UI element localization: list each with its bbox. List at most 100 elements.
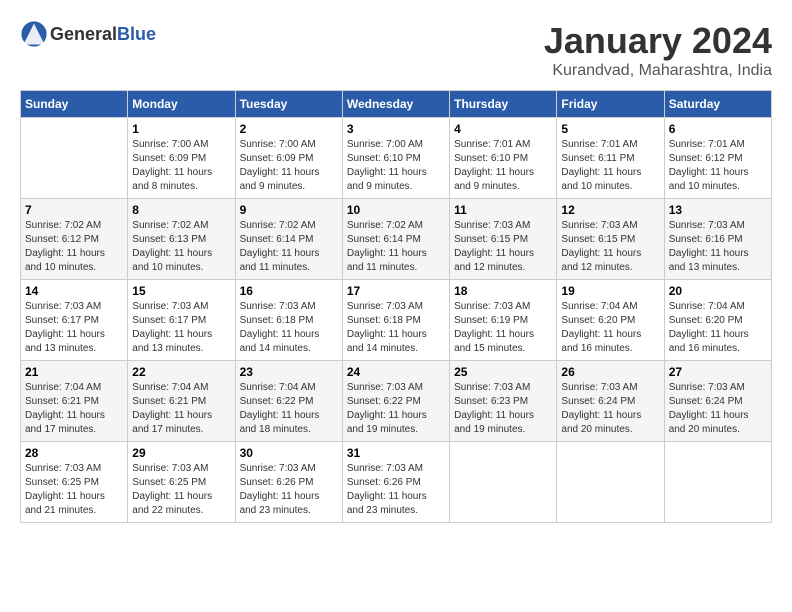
- day-number: 28: [25, 446, 123, 460]
- day-info: Sunrise: 7:03 AM Sunset: 6:15 PM Dayligh…: [561, 219, 659, 275]
- day-info: Sunrise: 7:03 AM Sunset: 6:17 PM Dayligh…: [132, 300, 230, 356]
- day-info: Sunrise: 7:03 AM Sunset: 6:18 PM Dayligh…: [347, 300, 445, 356]
- calendar-cell: 16Sunrise: 7:03 AM Sunset: 6:18 PM Dayli…: [235, 280, 342, 361]
- calendar-cell: 11 Sunrise: 7:03 AM Sunset: 6:15 PM Dayli…: [450, 199, 557, 280]
- day-number: 7: [25, 203, 123, 217]
- calendar-cell: 24 Sunrise: 7:03 AM Sunset: 6:22 PM Dayli…: [342, 361, 449, 442]
- day-header-saturday: Saturday: [664, 91, 771, 118]
- day-header-monday: Monday: [128, 91, 235, 118]
- day-info: Sunrise: 7:03 AM Sunset: 6:16 PM Dayligh…: [669, 219, 767, 275]
- day-number: 23: [240, 365, 338, 379]
- day-info: Sunrise: 7:01 AM Sunset: 6:10 PM Dayligh…: [454, 138, 552, 194]
- logo-general: General: [50, 24, 117, 44]
- day-number: 15: [132, 284, 230, 298]
- calendar-cell: 6Sunrise: 7:01 AM Sunset: 6:12 PM Daylig…: [664, 118, 771, 199]
- calendar-cell: [450, 442, 557, 523]
- day-number: 6: [669, 122, 767, 136]
- calendar-cell: 7 Sunrise: 7:02 AM Sunset: 6:12 PM Daylig…: [21, 199, 128, 280]
- day-info: Sunrise: 7:04 AM Sunset: 6:21 PM Dayligh…: [25, 381, 123, 437]
- calendar-header-row: SundayMondayTuesdayWednesdayThursdayFrid…: [21, 91, 772, 118]
- calendar-cell: [664, 442, 771, 523]
- day-info: Sunrise: 7:02 AM Sunset: 6:14 PM Dayligh…: [347, 219, 445, 275]
- header: GeneralBlue January 2024 Kurandvad, Maha…: [20, 20, 772, 80]
- day-number: 12: [561, 203, 659, 217]
- calendar-cell: 5 Sunrise: 7:01 AM Sunset: 6:11 PM Daylig…: [557, 118, 664, 199]
- day-number: 10: [347, 203, 445, 217]
- week-row-1: 1 Sunrise: 7:00 AM Sunset: 6:09 PM Daylig…: [21, 118, 772, 199]
- calendar-cell: 26 Sunrise: 7:03 AM Sunset: 6:24 PM Dayli…: [557, 361, 664, 442]
- calendar-cell: 4Sunrise: 7:01 AM Sunset: 6:10 PM Daylig…: [450, 118, 557, 199]
- calendar-cell: 17 Sunrise: 7:03 AM Sunset: 6:18 PM Dayli…: [342, 280, 449, 361]
- week-row-2: 7 Sunrise: 7:02 AM Sunset: 6:12 PM Daylig…: [21, 199, 772, 280]
- day-header-wednesday: Wednesday: [342, 91, 449, 118]
- day-number: 1: [132, 122, 230, 136]
- calendar-cell: 20 Sunrise: 7:04 AM Sunset: 6:20 PM Dayli…: [664, 280, 771, 361]
- day-number: 31: [347, 446, 445, 460]
- week-row-3: 14Sunrise: 7:03 AM Sunset: 6:17 PM Dayli…: [21, 280, 772, 361]
- calendar-cell: 3Sunrise: 7:00 AM Sunset: 6:10 PM Daylig…: [342, 118, 449, 199]
- day-info: Sunrise: 7:03 AM Sunset: 6:26 PM Dayligh…: [347, 462, 445, 518]
- day-number: 5: [561, 122, 659, 136]
- day-info: Sunrise: 7:03 AM Sunset: 6:24 PM Dayligh…: [669, 381, 767, 437]
- day-info: Sunrise: 7:04 AM Sunset: 6:20 PM Dayligh…: [669, 300, 767, 356]
- day-info: Sunrise: 7:03 AM Sunset: 6:19 PM Dayligh…: [454, 300, 552, 356]
- calendar-cell: 21 Sunrise: 7:04 AM Sunset: 6:21 PM Dayli…: [21, 361, 128, 442]
- week-row-5: 28 Sunrise: 7:03 AM Sunset: 6:25 PM Dayli…: [21, 442, 772, 523]
- day-number: 13: [669, 203, 767, 217]
- week-row-4: 21 Sunrise: 7:04 AM Sunset: 6:21 PM Dayli…: [21, 361, 772, 442]
- calendar-cell: 22Sunrise: 7:04 AM Sunset: 6:21 PM Dayli…: [128, 361, 235, 442]
- day-info: Sunrise: 7:02 AM Sunset: 6:12 PM Dayligh…: [25, 219, 123, 275]
- day-header-friday: Friday: [557, 91, 664, 118]
- day-info: Sunrise: 7:03 AM Sunset: 6:26 PM Dayligh…: [240, 462, 338, 518]
- day-number: 3: [347, 122, 445, 136]
- calendar-cell: 10 Sunrise: 7:02 AM Sunset: 6:14 PM Dayli…: [342, 199, 449, 280]
- day-info: Sunrise: 7:03 AM Sunset: 6:24 PM Dayligh…: [561, 381, 659, 437]
- day-info: Sunrise: 7:03 AM Sunset: 6:22 PM Dayligh…: [347, 381, 445, 437]
- day-info: Sunrise: 7:02 AM Sunset: 6:13 PM Dayligh…: [132, 219, 230, 275]
- day-number: 11: [454, 203, 552, 217]
- calendar-cell: 23 Sunrise: 7:04 AM Sunset: 6:22 PM Dayli…: [235, 361, 342, 442]
- calendar-cell: 8 Sunrise: 7:02 AM Sunset: 6:13 PM Daylig…: [128, 199, 235, 280]
- calendar-cell: 27 Sunrise: 7:03 AM Sunset: 6:24 PM Dayli…: [664, 361, 771, 442]
- calendar-cell: 18 Sunrise: 7:03 AM Sunset: 6:19 PM Dayli…: [450, 280, 557, 361]
- day-number: 27: [669, 365, 767, 379]
- calendar-cell: 1 Sunrise: 7:00 AM Sunset: 6:09 PM Daylig…: [128, 118, 235, 199]
- day-number: 24: [347, 365, 445, 379]
- calendar-body: 1 Sunrise: 7:00 AM Sunset: 6:09 PM Daylig…: [21, 118, 772, 523]
- calendar-cell: 28 Sunrise: 7:03 AM Sunset: 6:25 PM Dayli…: [21, 442, 128, 523]
- month-title: January 2024: [544, 20, 772, 62]
- logo: GeneralBlue: [20, 20, 156, 48]
- day-number: 30: [240, 446, 338, 460]
- calendar-cell: 31 Sunrise: 7:03 AM Sunset: 6:26 PM Dayli…: [342, 442, 449, 523]
- calendar-cell: 13 Sunrise: 7:03 AM Sunset: 6:16 PM Dayli…: [664, 199, 771, 280]
- day-number: 17: [347, 284, 445, 298]
- day-info: Sunrise: 7:04 AM Sunset: 6:22 PM Dayligh…: [240, 381, 338, 437]
- day-number: 9: [240, 203, 338, 217]
- logo-icon: [20, 20, 48, 48]
- day-number: 26: [561, 365, 659, 379]
- day-info: Sunrise: 7:00 AM Sunset: 6:09 PM Dayligh…: [132, 138, 230, 194]
- day-info: Sunrise: 7:03 AM Sunset: 6:25 PM Dayligh…: [25, 462, 123, 518]
- day-number: 19: [561, 284, 659, 298]
- day-info: Sunrise: 7:03 AM Sunset: 6:15 PM Dayligh…: [454, 219, 552, 275]
- day-number: 25: [454, 365, 552, 379]
- day-number: 21: [25, 365, 123, 379]
- day-info: Sunrise: 7:04 AM Sunset: 6:20 PM Dayligh…: [561, 300, 659, 356]
- calendar-cell: 12 Sunrise: 7:03 AM Sunset: 6:15 PM Dayli…: [557, 199, 664, 280]
- calendar-cell: 2Sunrise: 7:00 AM Sunset: 6:09 PM Daylig…: [235, 118, 342, 199]
- day-info: Sunrise: 7:01 AM Sunset: 6:11 PM Dayligh…: [561, 138, 659, 194]
- day-info: Sunrise: 7:03 AM Sunset: 6:17 PM Dayligh…: [25, 300, 123, 356]
- calendar-cell: [21, 118, 128, 199]
- calendar-cell: 29Sunrise: 7:03 AM Sunset: 6:25 PM Dayli…: [128, 442, 235, 523]
- day-header-thursday: Thursday: [450, 91, 557, 118]
- day-number: 2: [240, 122, 338, 136]
- day-info: Sunrise: 7:03 AM Sunset: 6:25 PM Dayligh…: [132, 462, 230, 518]
- title-area: January 2024 Kurandvad, Maharashtra, Ind…: [544, 20, 772, 80]
- calendar-cell: 9Sunrise: 7:02 AM Sunset: 6:14 PM Daylig…: [235, 199, 342, 280]
- day-number: 18: [454, 284, 552, 298]
- calendar-cell: 25Sunrise: 7:03 AM Sunset: 6:23 PM Dayli…: [450, 361, 557, 442]
- calendar-cell: [557, 442, 664, 523]
- day-number: 8: [132, 203, 230, 217]
- day-number: 22: [132, 365, 230, 379]
- day-number: 20: [669, 284, 767, 298]
